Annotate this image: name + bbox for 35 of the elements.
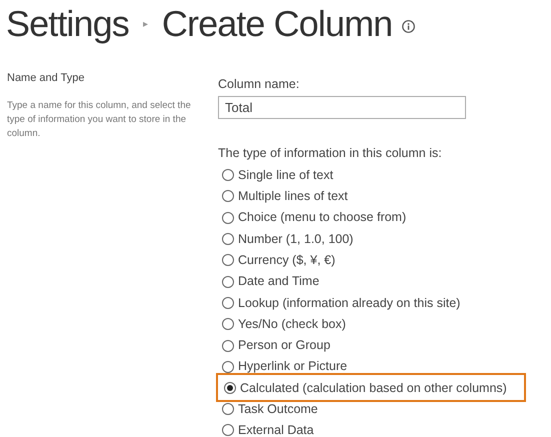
type-prompt: The type of information in this column is: <box>218 144 443 162</box>
radio-label: Multiple lines of text <box>238 188 348 206</box>
breadcrumb-parent[interactable]: Settings <box>6 6 129 42</box>
radio-label: Single line of text <box>238 166 334 184</box>
radio-button[interactable] <box>222 190 234 202</box>
radio-label: Hyperlink or Picture <box>238 358 348 376</box>
radio-button[interactable] <box>222 403 234 416</box>
radio-label: Yes/No (check box) <box>238 316 346 333</box>
radio-label: External Data <box>238 422 314 437</box>
radio-button[interactable] <box>224 382 236 394</box>
section-heading: Name and Type <box>7 71 86 86</box>
radio-label: Date and Time <box>238 273 320 290</box>
radio-button[interactable] <box>222 233 234 246</box>
column-name-label: Column name: <box>218 76 300 93</box>
column-name-field[interactable]: Total <box>218 96 466 119</box>
radio-label: Calculated (calculation based on other columns) <box>240 380 507 397</box>
radio-label: Task Outcome <box>238 400 318 418</box>
section-description: Type a name for this column, and select the type of information you want to store in the column. <box>7 98 192 140</box>
radio-button[interactable] <box>222 340 234 352</box>
radio-label: Currency ($, ¥, €) <box>238 252 336 269</box>
info-icon[interactable] <box>402 20 416 32</box>
radio-button[interactable] <box>222 169 234 182</box>
radio-button[interactable] <box>222 212 234 224</box>
radio-label: Lookup (information already on this site) <box>238 294 460 312</box>
radio-button[interactable] <box>222 424 234 436</box>
radio-button[interactable] <box>222 254 234 266</box>
breadcrumb-separator: ▸ <box>142 18 148 32</box>
radio-label: Choice (menu to choose from) <box>238 209 406 226</box>
radio-button[interactable] <box>222 276 234 288</box>
radio-label: Number (1, 1.0, 100) <box>238 230 354 248</box>
page-title: Create Column <box>162 6 392 42</box>
radio-button[interactable] <box>222 296 234 309</box>
radio-label: Person or Group <box>238 337 330 354</box>
radio-button[interactable] <box>222 360 234 373</box>
radio-button[interactable] <box>222 318 234 330</box>
